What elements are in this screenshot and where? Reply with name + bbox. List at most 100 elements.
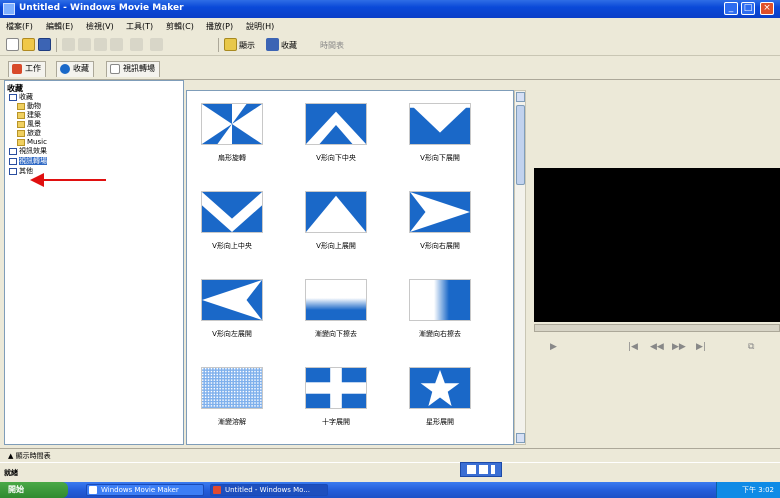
status-text: 就緒 [4,469,18,477]
collections-panel: 收藏 收藏 動物 建築 風景 旅遊 Music 視訊效果 視訊轉場 其他 [4,80,184,445]
taskbar-app-icon [213,486,221,494]
transition-thumbnail[interactable] [305,367,367,409]
collections-button-label[interactable]: 顯示 [239,40,255,51]
toolbar-separator [56,38,57,52]
minimize-button[interactable]: _ [724,2,738,15]
view-arrange-icon[interactable] [491,465,495,474]
tab-video-transitions-label: 視訊轉場 [123,64,155,73]
toolbar-separator [218,38,219,52]
menu-edit[interactable]: 編輯(E) [46,21,73,32]
cut-icon[interactable] [78,38,91,51]
close-button[interactable]: × [760,2,774,15]
transition-chevron-down-icon [410,104,470,133]
transition-label: V形向下中央 [316,154,356,162]
taskbar-item[interactable]: Windows Movie Maker [86,484,204,496]
menu-file[interactable]: 檔案(F) [6,21,33,32]
tree-item[interactable]: 視訊效果 [9,146,47,156]
collections-folder-icon[interactable] [224,38,237,51]
folder-icon [17,120,25,128]
folder-icon [17,129,25,137]
maximize-button[interactable]: □ [741,2,755,15]
transition-fade-down-icon [306,280,366,320]
preview-monitor [534,168,780,322]
transition-thumbnail[interactable] [201,367,263,409]
app-icon [3,3,15,15]
menu-help[interactable]: 說明(H) [246,21,274,32]
transition-label: V形向上展開 [316,242,356,250]
view-toggle-buttons [460,462,502,477]
folder-icon [17,102,25,110]
new-project-icon[interactable] [6,38,19,51]
taskbar-app-icon [89,486,97,494]
tab-tasks[interactable]: 工作 [8,61,46,77]
folder-icon [17,111,25,119]
paste-icon[interactable] [110,38,123,51]
copy-icon[interactable] [94,38,107,51]
scroll-thumb[interactable] [516,105,525,185]
transition-label: 十字展開 [322,418,350,426]
split-clip-button[interactable]: ⧉ [748,342,754,352]
thumbnails-view-icon[interactable] [479,465,488,474]
save-project-icon[interactable] [38,38,51,51]
transition-label: V形向下展開 [420,154,460,162]
transition-thumbnail[interactable] [409,367,471,409]
timeline-toolbar-label[interactable]: 時間表 [320,40,344,51]
menu-bar: 檔案(F) 編輯(E) 檢視(V) 工具(T) 剪輯(C) 播放(P) 說明(H… [0,18,780,34]
taskbar: 開始 Windows Movie Maker Untitled - Window… [0,482,780,498]
tab-collections[interactable]: 收藏 [56,61,94,77]
redo-icon[interactable] [150,38,163,51]
content-scrollbar[interactable] [514,90,526,445]
open-project-icon[interactable] [22,38,35,51]
transition-label: 漸變溶解 [218,418,246,426]
tree-item-label: 旅遊 [27,129,41,137]
status-bar: 就緒 [0,462,780,482]
next-frame-button[interactable]: ▶| [696,342,706,352]
tab-tasks-label: 工作 [25,64,41,73]
collections-toolbar-label[interactable]: 收藏 [281,40,297,51]
player-controls: ▶ |◀ ◀◀ ▶▶ ▶| ⧉ [534,338,780,358]
show-timeline-button[interactable]: ▲ 顯示時間表 [8,451,51,461]
transitions-content-pane: 扇形旋轉 V形向下中央 V形向下展開 V形向上中央 V形向上展開 V形向右展開 V形向左展開… [186,90,514,445]
start-button[interactable]: 開始 [0,482,68,498]
previous-frame-button[interactable]: |◀ [628,342,638,352]
transition-thumbnail[interactable] [201,191,263,233]
video-effects-icon [9,147,17,155]
menu-view[interactable]: 檢視(V) [86,21,114,32]
transition-star-icon [420,369,460,407]
transition-thumbnail[interactable] [305,103,367,145]
transition-label: 漸變向右擦去 [419,330,461,338]
transition-chevron-left-icon [202,280,262,320]
task-icon [12,64,22,74]
transition-thumbnail[interactable] [409,191,471,233]
transition-dissolve-icon [202,368,262,408]
transition-label: V形向左展開 [212,330,252,338]
transition-thumbnail[interactable] [201,279,263,321]
menu-play[interactable]: 播放(P) [206,21,233,32]
taskbar-item-label: Windows Movie Maker [101,486,179,494]
preview-seek-bar[interactable] [534,324,780,332]
menu-tools[interactable]: 工具(T) [126,21,153,32]
scroll-down-button[interactable] [516,433,525,443]
transition-label: 星形展開 [426,418,454,426]
delete-icon[interactable] [130,38,143,51]
tree-item-label: 收藏 [19,93,33,101]
collection-root-icon [9,93,17,101]
system-tray-clock: 下午 3:02 [716,482,780,498]
play-button[interactable]: ▶ [550,342,557,352]
tree-item[interactable]: 視訊轉場 [9,156,47,166]
undo-icon[interactable] [62,38,75,51]
tab-collections-label: 收藏 [73,64,89,73]
transition-thumbnail[interactable] [305,191,367,233]
menu-clip[interactable]: 剪輯(C) [166,21,194,32]
rewind-button[interactable]: ◀◀ [650,342,664,352]
transition-thumbnail[interactable] [201,103,263,145]
taskbar-item-active[interactable]: Untitled - Windows Mo... [210,484,328,496]
fast-forward-button[interactable]: ▶▶ [672,342,686,352]
transition-thumbnail[interactable] [409,279,471,321]
scroll-up-button[interactable] [516,92,525,102]
details-view-icon[interactable] [467,465,476,474]
task-pane-icon[interactable] [266,38,279,51]
tab-video-transitions[interactable]: 視訊轉場 [106,61,160,77]
transition-thumbnail[interactable] [305,279,367,321]
transition-thumbnail[interactable] [409,103,471,145]
